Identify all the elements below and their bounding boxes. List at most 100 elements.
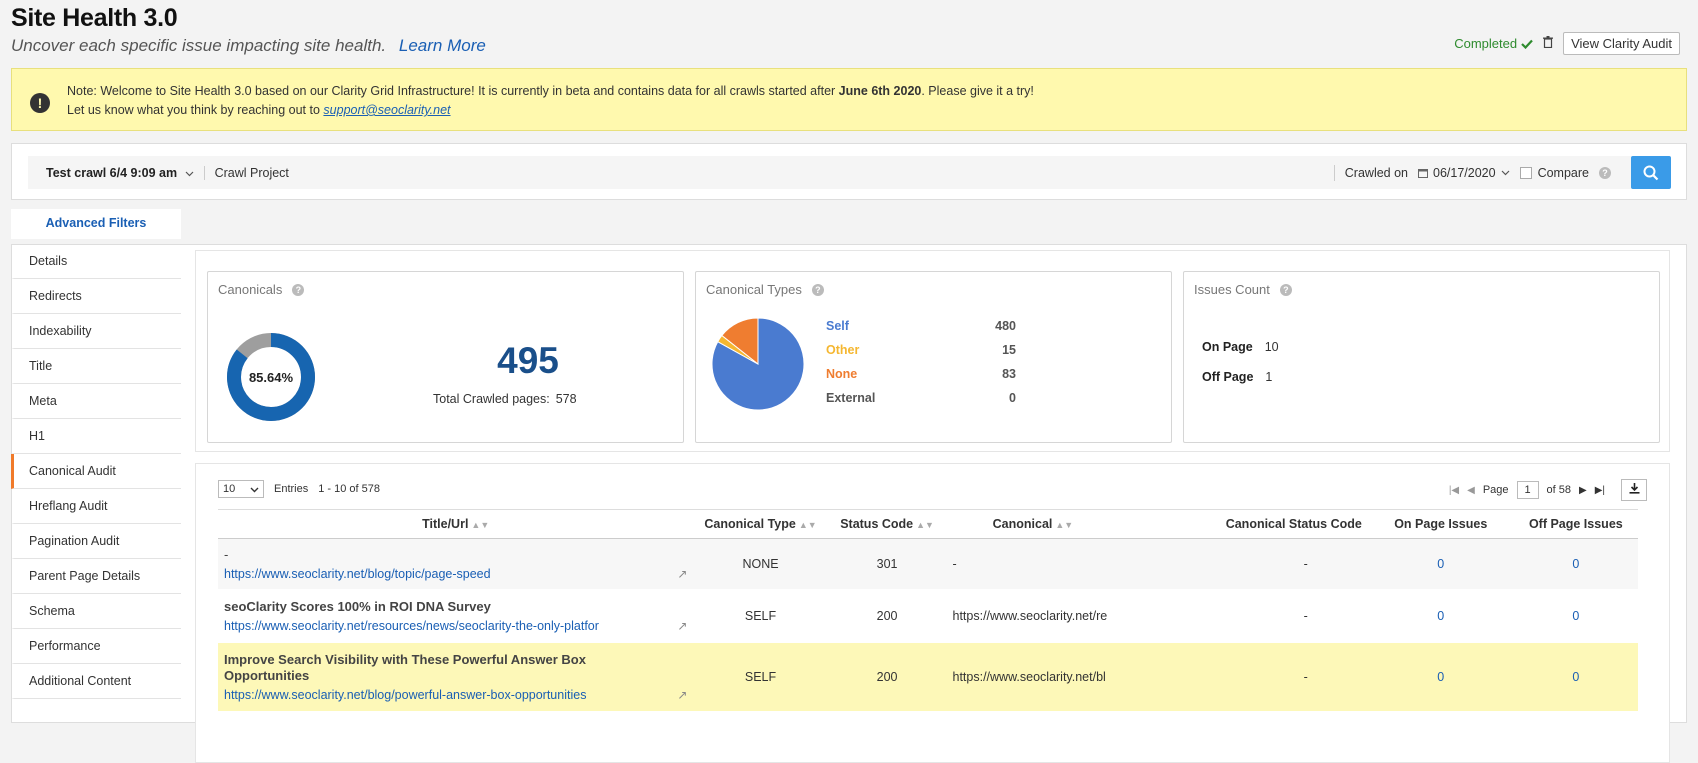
external-link-icon[interactable]: ↗ bbox=[677, 567, 687, 581]
col-title-url[interactable]: Title/Url ▲▼ bbox=[218, 509, 694, 539]
beta-note-banner: ! Note: Welcome to Site Health 3.0 based… bbox=[11, 68, 1687, 131]
col-status-code[interactable]: Status Code ▲▼ bbox=[827, 509, 947, 539]
status-completed: Completed bbox=[1454, 36, 1533, 51]
help-icon[interactable]: ? bbox=[1599, 166, 1611, 179]
page-subtitle: Uncover each specific issue impacting si… bbox=[11, 36, 486, 56]
status-text: Completed bbox=[1454, 36, 1518, 51]
sidebar-item-meta[interactable]: Meta bbox=[11, 384, 181, 419]
sidebar-item-schema[interactable]: Schema bbox=[11, 594, 181, 629]
exclamation-icon: ! bbox=[30, 93, 50, 113]
page-label: Page bbox=[1482, 484, 1509, 496]
sidebar-item-parent-page-details[interactable]: Parent Page Details bbox=[11, 559, 181, 594]
type-row-self: Self 480 bbox=[826, 319, 1016, 333]
trash-icon[interactable] bbox=[1543, 36, 1554, 51]
sidebar-item-h1[interactable]: H1 bbox=[11, 419, 181, 454]
external-link-icon[interactable]: ↗ bbox=[677, 688, 687, 702]
first-page-icon[interactable]: |◀ bbox=[1449, 485, 1459, 496]
stats-panel: Canonicals ? 85.64% 495 Total Crawled pa… bbox=[195, 250, 1670, 452]
next-page-icon[interactable]: ▶ bbox=[1579, 485, 1587, 496]
off-page-issues-link[interactable]: 0 bbox=[1513, 538, 1638, 589]
entries-label: Entries bbox=[274, 483, 309, 495]
on-page-issues-count: On Page 10 bbox=[1202, 340, 1279, 354]
row-url-link[interactable]: https://www.seoclarity.net/blog/powerful… bbox=[224, 688, 604, 702]
table-row: seoClarity Scores 100% in ROI DNA Survey… bbox=[218, 589, 1638, 643]
col-canonical-status: Canonical Status Code bbox=[1119, 509, 1368, 539]
date-picker[interactable]: 06/17/2020 bbox=[1418, 166, 1510, 180]
support-email-link[interactable]: support@seoclarity.net bbox=[323, 103, 450, 117]
note-date: June 6th 2020 bbox=[838, 84, 922, 98]
canonical-types-pie bbox=[711, 317, 805, 411]
pagination: |◀ ◀ Page 1 of 58 ▶ ▶| bbox=[1449, 479, 1647, 501]
canonicals-card: Canonicals ? 85.64% 495 Total Crawled pa… bbox=[207, 271, 684, 443]
sidebar-item-performance[interactable]: Performance bbox=[11, 629, 181, 664]
table-row: - https://www.seoclarity.net/blog/topic/… bbox=[218, 538, 1638, 589]
canonical-types-title: Canonical Types bbox=[706, 282, 802, 297]
sidebar-item-pagination-audit[interactable]: Pagination Audit bbox=[11, 524, 181, 559]
col-canonical-type[interactable]: Canonical Type ▲▼ bbox=[693, 509, 828, 539]
canonical-table-panel: 10 Entries 1 - 10 of 578 |◀ ◀ Page 1 of … bbox=[195, 463, 1670, 763]
crawl-dropdown[interactable]: Test crawl 6/4 9:09 am bbox=[28, 165, 205, 180]
sidebar-item-additional-content[interactable]: Additional Content bbox=[11, 664, 181, 699]
canonicals-title: Canonicals bbox=[218, 282, 283, 297]
crawl-selection-bar: Test crawl 6/4 9:09 am Crawl Project Cra… bbox=[11, 143, 1687, 200]
page-size-select[interactable]: 10 bbox=[218, 480, 264, 498]
on-page-issues-link[interactable]: 0 bbox=[1367, 538, 1514, 589]
row-url-link[interactable]: https://www.seoclarity.net/resources/new… bbox=[224, 619, 599, 633]
compare-checkbox[interactable] bbox=[1519, 166, 1532, 179]
donut-percent-label: 85.64% bbox=[249, 370, 294, 385]
download-button[interactable] bbox=[1621, 479, 1647, 501]
header-actions: Completed View Clarity Audit bbox=[1454, 32, 1680, 55]
canonical-audit-table: Title/Url ▲▼ Canonical Type ▲▼ Status Code… bbox=[218, 509, 1638, 711]
sidebar-item-canonical-audit[interactable]: Canonical Audit bbox=[11, 454, 181, 489]
external-link-icon[interactable]: ↗ bbox=[677, 619, 687, 633]
sidebar-item-redirects[interactable]: Redirects bbox=[11, 279, 181, 314]
type-row-external: External 0 bbox=[826, 391, 1016, 405]
search-icon bbox=[1643, 165, 1659, 180]
row-url-link[interactable]: https://www.seoclarity.net/blog/topic/pa… bbox=[224, 567, 491, 581]
canonical-types-card: Canonical Types ? Self 480 Other 15 None 83… bbox=[695, 271, 1172, 443]
view-clarity-audit-button[interactable]: View Clarity Audit bbox=[1563, 32, 1680, 55]
chevron-down-icon bbox=[1501, 170, 1510, 175]
on-page-issues-link[interactable]: 0 bbox=[1367, 642, 1514, 711]
note-text: Note: Welcome to Site Health 3.0 based o… bbox=[67, 84, 1034, 117]
page-number-input[interactable]: 1 bbox=[1516, 481, 1539, 499]
off-page-issues-link[interactable]: 0 bbox=[1514, 589, 1638, 643]
last-page-icon[interactable]: ▶| bbox=[1595, 485, 1605, 496]
chevron-down-icon bbox=[185, 171, 194, 176]
issues-count-card: Issues Count ? On Page 10 Off Page 1 bbox=[1183, 271, 1660, 443]
total-crawled-pages: Total Crawled pages: 578 bbox=[433, 392, 577, 406]
sidebar-item-title[interactable]: Title bbox=[11, 349, 181, 384]
help-icon[interactable]: ? bbox=[1279, 283, 1292, 296]
chevron-down-icon bbox=[250, 487, 259, 493]
type-row-other: Other 15 bbox=[826, 343, 1016, 357]
check-icon bbox=[1521, 39, 1533, 49]
download-icon bbox=[1629, 483, 1639, 494]
entries-range: 1 - 10 of 578 bbox=[318, 483, 381, 495]
canonicals-count: 495 bbox=[497, 340, 559, 381]
sidebar-item-indexability[interactable]: Indexability bbox=[11, 314, 181, 349]
off-page-issues-link[interactable]: 0 bbox=[1513, 642, 1638, 711]
col-canonical[interactable]: Canonical ▲▼ bbox=[946, 509, 1120, 539]
page-count: of 58 bbox=[1546, 484, 1571, 496]
prev-page-icon[interactable]: ◀ bbox=[1467, 485, 1475, 496]
table-row: Improve Search Visibility with These Pow… bbox=[218, 642, 1638, 711]
col-on-page-issues: On Page Issues bbox=[1367, 509, 1514, 539]
sidebar-item-details[interactable]: Details bbox=[11, 244, 181, 279]
search-button[interactable] bbox=[1631, 156, 1671, 189]
crawl-project-label: Crawl Project bbox=[214, 165, 289, 180]
off-page-issues-count: Off Page 1 bbox=[1202, 370, 1273, 384]
table-controls: 10 Entries 1 - 10 of 578 bbox=[218, 480, 380, 498]
calendar-icon bbox=[1418, 168, 1429, 178]
help-icon[interactable]: ? bbox=[811, 283, 824, 296]
issues-count-title: Issues Count bbox=[1194, 282, 1270, 297]
on-page-issues-link[interactable]: 0 bbox=[1368, 589, 1514, 643]
help-icon[interactable]: ? bbox=[292, 283, 305, 296]
sidebar-item-hreflang-audit[interactable]: Hreflang Audit bbox=[11, 489, 181, 524]
compare-toggle[interactable]: Compare bbox=[1519, 166, 1589, 180]
learn-more-link[interactable]: Learn More bbox=[399, 36, 486, 55]
col-off-page-issues: Off Page Issues bbox=[1513, 509, 1638, 539]
canonicals-donut: 85.64% bbox=[227, 333, 315, 421]
advanced-filters-tab[interactable]: Advanced Filters bbox=[11, 209, 181, 239]
page-title: Site Health 3.0 bbox=[11, 4, 178, 32]
sidebar: Details Redirects Indexability Title Met… bbox=[11, 244, 181, 699]
